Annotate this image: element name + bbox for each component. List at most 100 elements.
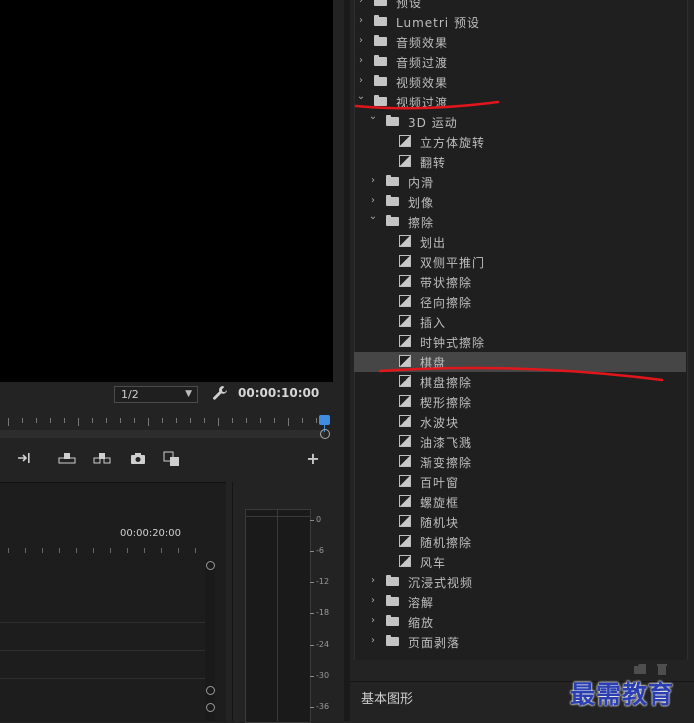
chevron-right-icon[interactable]: › [356, 15, 366, 26]
chevron-right-icon[interactable]: › [368, 635, 378, 646]
effects-folder[interactable]: › 页面剥落 [354, 632, 686, 652]
effects-folder[interactable]: › 溶解 [354, 592, 686, 612]
timeline-vertical-scrollbar[interactable] [205, 560, 215, 721]
effects-folder[interactable]: ⌄ 视频过渡 [354, 91, 686, 112]
zoom-handle[interactable] [320, 429, 330, 439]
db-tick [310, 676, 314, 677]
ruler-tick [162, 418, 163, 423]
effect-item[interactable]: 水波块 [354, 412, 686, 432]
ruler-tick [42, 548, 43, 553]
effect-item[interactable]: 划出 [354, 232, 686, 252]
ruler-tick [246, 418, 247, 423]
effects-folder[interactable]: › 音频效果 [354, 32, 686, 52]
effect-item[interactable]: 百叶窗 [354, 472, 686, 492]
button-editor[interactable]: + [304, 451, 322, 467]
ruler-tick [76, 548, 77, 553]
playhead-timecode[interactable]: 00:00:10:00 [238, 386, 319, 400]
chevron-right-icon[interactable]: › [356, 55, 366, 66]
chevron-down-icon[interactable]: ⌄ [368, 111, 378, 122]
effects-folder[interactable]: ⌄ 擦除 [354, 211, 686, 232]
timeline-track[interactable] [0, 622, 205, 623]
ruler-tick [260, 418, 261, 423]
effect-item[interactable]: 楔形擦除 [354, 392, 686, 412]
chevron-right-icon[interactable]: › [368, 575, 378, 586]
new-bin-icon[interactable] [633, 663, 647, 675]
transition-icon [399, 335, 411, 347]
effects-folder[interactable]: › 视频效果 [354, 72, 686, 92]
effect-item[interactable]: 径向擦除 [354, 292, 686, 312]
export-frame-button[interactable] [129, 451, 147, 467]
chevron-down-icon[interactable]: ⌄ [356, 91, 366, 102]
chevron-right-icon[interactable]: › [368, 595, 378, 606]
effects-folder[interactable]: › Lumetri 预设 [354, 12, 686, 32]
effects-folder[interactable]: › 音频过渡 [354, 52, 686, 72]
wrench-icon[interactable] [212, 385, 228, 401]
compare-button[interactable] [163, 451, 181, 467]
effects-folder[interactable]: › 内滑 [354, 172, 686, 192]
scrollbar-handle[interactable] [206, 703, 215, 712]
trash-icon[interactable] [656, 663, 668, 675]
ruler-tick [92, 418, 93, 423]
scrollbar-handle-top[interactable] [206, 561, 215, 570]
ruler-tick [190, 418, 191, 423]
ruler-tick [144, 548, 145, 553]
effect-item[interactable]: 带状擦除 [354, 272, 686, 292]
effect-label: 随机擦除 [420, 536, 473, 550]
effect-item[interactable]: 双侧平推门 [354, 252, 686, 272]
chevron-right-icon[interactable]: › [368, 615, 378, 626]
effect-label: 楔形擦除 [420, 396, 473, 410]
chevron-down-icon: ▼ [185, 389, 192, 399]
effect-label: 时钟式擦除 [420, 336, 486, 350]
monitor-scrub-bar[interactable] [0, 430, 325, 438]
effect-item[interactable]: 随机擦除 [354, 532, 686, 552]
effect-label: 棋盘擦除 [420, 376, 473, 390]
ruler-tick [161, 548, 162, 553]
ruler-tick [78, 418, 79, 426]
chevron-right-icon[interactable]: › [368, 195, 378, 206]
effects-folder[interactable]: › 沉浸式视频 [354, 572, 686, 592]
effect-item[interactable]: 插入 [354, 312, 686, 332]
effects-folder[interactable]: › 缩放 [354, 612, 686, 632]
resolution-value: 1/2 [121, 388, 139, 401]
effect-label: 径向擦除 [420, 296, 473, 310]
effect-item[interactable]: 棋盘 [354, 352, 686, 372]
effect-label: 油漆飞溅 [420, 436, 473, 450]
folder-icon [386, 175, 399, 186]
chevron-right-icon[interactable]: › [356, 0, 366, 6]
transition-icon [399, 455, 411, 467]
effect-item[interactable]: 棋盘擦除 [354, 372, 686, 392]
folder-icon [386, 635, 399, 646]
ruler-tick [50, 418, 51, 423]
effect-item[interactable]: 翻转 [354, 152, 686, 172]
effect-item[interactable]: 渐变擦除 [354, 452, 686, 472]
effect-item[interactable]: 油漆飞溅 [354, 432, 686, 452]
folder-icon [374, 55, 387, 66]
ruler-tick [274, 418, 275, 423]
effect-item[interactable]: 时钟式擦除 [354, 332, 686, 352]
timeline-track[interactable] [0, 678, 205, 679]
chevron-right-icon[interactable]: › [356, 75, 366, 86]
db-label: -36 [316, 702, 330, 711]
effect-item[interactable]: 随机块 [354, 512, 686, 532]
timeline-track[interactable] [0, 650, 205, 651]
scrollbar-handle-bottom[interactable] [206, 686, 215, 695]
folder-icon [374, 0, 387, 6]
effect-item[interactable]: 螺旋框 [354, 492, 686, 512]
extract-button[interactable] [93, 451, 111, 467]
effect-item[interactable]: 风车 [354, 552, 686, 572]
chevron-right-icon[interactable]: › [368, 175, 378, 186]
effects-folder[interactable]: › 划像 [354, 192, 686, 212]
effects-folder[interactable]: ⌄ 3D 运动 [354, 111, 686, 132]
effect-label: Lumetri 预设 [396, 16, 480, 30]
resolution-select[interactable]: 1/2 ▼ [114, 386, 198, 403]
effect-item[interactable]: 立方体旋转 [354, 132, 686, 152]
audio-meter [245, 509, 311, 723]
effects-folder[interactable]: › 预设 [354, 0, 686, 12]
chevron-right-icon[interactable]: › [356, 35, 366, 46]
transition-icon [399, 155, 411, 167]
insert-button[interactable] [16, 451, 34, 467]
ruler-tick [288, 418, 289, 426]
lift-button[interactable] [58, 451, 76, 467]
chevron-down-icon[interactable]: ⌄ [368, 211, 378, 222]
ruler-tick [106, 418, 107, 423]
